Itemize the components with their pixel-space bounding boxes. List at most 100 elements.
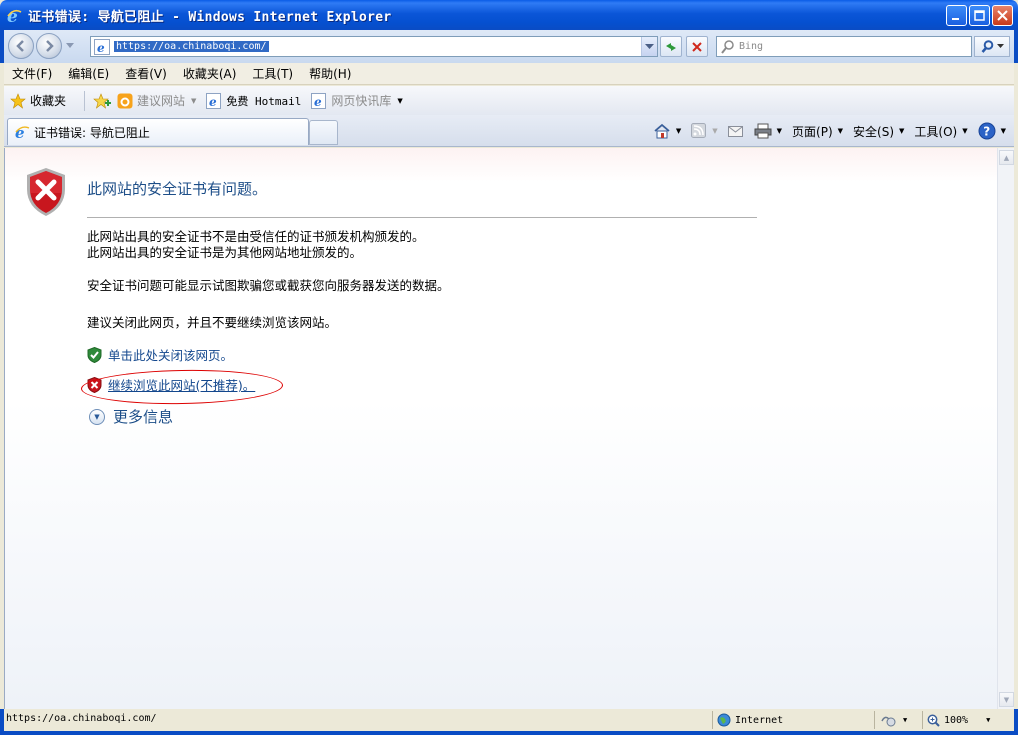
- chevron-down-icon: ▼: [397, 96, 403, 105]
- zoom-level: 100%: [944, 714, 969, 726]
- page-menu-label: 页面(P): [792, 124, 833, 139]
- chevron-down-icon: ▼: [986, 716, 991, 724]
- arrow-right-icon: [46, 40, 54, 52]
- safety-menu-button[interactable]: 安全(S) ▼: [853, 123, 904, 140]
- chevron-down-icon: ▼: [191, 96, 197, 105]
- chevron-down-icon: ▼: [903, 716, 908, 724]
- page-favicon-icon: e: [94, 38, 110, 55]
- refresh-button[interactable]: [660, 36, 682, 57]
- security-zone[interactable]: Internet: [712, 711, 874, 729]
- chevron-down-icon: ▼: [712, 127, 718, 135]
- tools-menu-label: 工具(O): [914, 124, 958, 139]
- history-dropdown-icon[interactable]: [66, 43, 74, 49]
- favorites-separator: [84, 90, 86, 111]
- tab-row: e 证书错误: 导航已阻止 ▼ ▼ ▼ 页面(P) ▼ 安全(S) ▼ 工具(O…: [4, 115, 1014, 147]
- red-circle-annotation: [80, 368, 284, 406]
- page-heading: 此网站的安全证书有问题。: [87, 180, 268, 198]
- printer-icon: [754, 123, 772, 139]
- ie-page-icon: e: [206, 92, 222, 109]
- window-title: 证书错误: 导航已阻止 - Windows Internet Explorer: [28, 9, 392, 25]
- menu-tools[interactable]: 工具(T): [244, 65, 301, 82]
- address-bar[interactable]: e https://oa.chinaboqi.com/: [90, 36, 658, 57]
- stop-button[interactable]: [686, 36, 708, 57]
- close-window-button[interactable]: [992, 5, 1013, 26]
- suggested-sites-button[interactable]: 建议网站 ▼: [117, 92, 196, 109]
- maximize-icon: [974, 10, 985, 21]
- menu-edit[interactable]: 编辑(E): [60, 65, 117, 82]
- back-button[interactable]: [8, 33, 34, 59]
- status-url: https://oa.chinaboqi.com/: [6, 713, 157, 724]
- more-information-toggle[interactable]: ▼ 更多信息: [89, 406, 173, 427]
- feeds-button[interactable]: ▼: [691, 123, 718, 139]
- maximize-button[interactable]: [969, 5, 990, 26]
- ie-logo-icon: e: [7, 7, 22, 24]
- search-button[interactable]: [974, 36, 1010, 57]
- rss-feed-icon: [691, 123, 707, 138]
- tools-menu-button[interactable]: 工具(O) ▼: [914, 123, 967, 140]
- close-page-link[interactable]: 单击此处关闭该网页。: [87, 345, 233, 364]
- hotmail-label: 免费 Hotmail: [226, 94, 302, 108]
- minimize-button[interactable]: [946, 5, 967, 26]
- tab-certificate-error[interactable]: e 证书错误: 导航已阻止: [7, 118, 309, 145]
- chevron-down-icon: [996, 44, 1004, 48]
- search-box[interactable]: Bing: [716, 36, 972, 57]
- home-button[interactable]: ▼: [653, 123, 681, 139]
- chevron-down-icon: ▼: [675, 127, 682, 135]
- chevron-down-icon: ▼: [962, 127, 968, 135]
- star-icon: [10, 92, 26, 109]
- address-dropdown-button[interactable]: [641, 37, 657, 56]
- new-tab-button[interactable]: [309, 120, 338, 145]
- favorites-button[interactable]: 收藏夹: [10, 92, 66, 109]
- web-slice-gallery-link[interactable]: e 网页快讯库 ▼: [311, 92, 403, 109]
- print-button[interactable]: ▼: [754, 123, 782, 139]
- page-menu-button[interactable]: 页面(P) ▼: [792, 123, 843, 140]
- svg-text:e: e: [209, 95, 217, 109]
- web-slice-gallery-label: 网页快讯库: [331, 94, 392, 108]
- help-button[interactable]: ? ▼: [978, 122, 1006, 140]
- menu-favorites[interactable]: 收藏夹(A): [175, 65, 245, 82]
- scroll-down-arrow-icon[interactable]: ▼: [999, 692, 1014, 707]
- forward-button[interactable]: [36, 33, 62, 59]
- vertical-scrollbar[interactable]: ▲ ▼: [997, 148, 1014, 709]
- read-mail-button[interactable]: [727, 124, 744, 138]
- search-placeholder: Bing: [739, 41, 764, 52]
- svg-text:e: e: [314, 95, 322, 109]
- shield-error-icon: [27, 168, 65, 216]
- protected-mode-icon: [881, 716, 896, 727]
- page-content: 此网站的安全证书有问题。 此网站出具的安全证书不是由受信任的证书颁发机构颁发的。…: [4, 148, 997, 709]
- home-icon: [654, 123, 670, 139]
- zoom-button[interactable]: 100% ▼: [922, 711, 1012, 729]
- scroll-up-arrow-icon[interactable]: ▲: [999, 150, 1014, 165]
- address-url[interactable]: https://oa.chinaboqi.com/: [114, 41, 269, 52]
- magnifier-icon: [981, 40, 993, 53]
- title-bar: e 证书错误: 导航已阻止 - Windows Internet Explore…: [0, 0, 1018, 30]
- menu-view[interactable]: 查看(V): [117, 65, 175, 82]
- shield-check-icon: [87, 346, 102, 363]
- close-page-link-text[interactable]: 单击此处关闭该网页。: [108, 345, 233, 364]
- more-information-label: 更多信息: [113, 408, 174, 426]
- certificate-issue-2: 此网站出具的安全证书是为其他网站地址颁发的。: [87, 245, 363, 260]
- add-favorites-icon[interactable]: [93, 92, 112, 109]
- safety-menu-label: 安全(S): [853, 124, 895, 139]
- favorites-bar: 收藏夹 建议网站 ▼ e 免费 Hotmail e 网页快讯库 ▼: [4, 86, 1014, 115]
- svg-text:?: ?: [983, 125, 990, 139]
- minimize-icon: [952, 18, 959, 20]
- security-zone-label: Internet: [735, 714, 784, 726]
- menu-help[interactable]: 帮助(H): [301, 65, 359, 82]
- recommendation-text: 建议关闭此网页，并且不要继续浏览该网站。: [87, 315, 338, 330]
- globe-icon: [717, 713, 731, 727]
- close-icon: [997, 10, 1008, 21]
- chevron-down-icon: ▼: [837, 127, 844, 135]
- command-bar: ▼ ▼ ▼ 页面(P) ▼ 安全(S) ▼ 工具(O) ▼ ? ▼: [653, 120, 1006, 142]
- ie-page-icon: e: [311, 92, 327, 109]
- ie-logo-icon: e: [15, 124, 30, 140]
- hotmail-link[interactable]: e 免费 Hotmail: [206, 92, 302, 109]
- menu-file[interactable]: 文件(F): [4, 65, 60, 82]
- status-bar: https://oa.chinaboqi.com/ Internet ▼ 100…: [0, 709, 1018, 735]
- expand-chevron-icon: ▼: [89, 408, 105, 425]
- protected-mode-button[interactable]: ▼: [874, 711, 922, 729]
- tab-title: 证书错误: 导航已阻止: [34, 125, 150, 140]
- refresh-icon: [666, 42, 676, 51]
- risk-description: 安全证书问题可能显示试图欺骗您或截获您向服务器发送的数据。: [87, 278, 450, 293]
- heading-divider: [87, 217, 757, 218]
